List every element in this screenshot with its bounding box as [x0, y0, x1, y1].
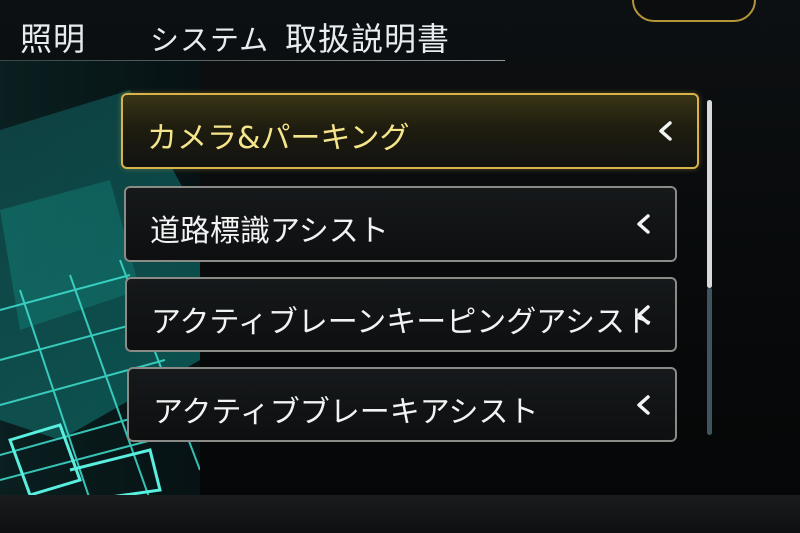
menu-item-label: アクティブレーンキーピングアシスト	[151, 305, 655, 340]
infotainment-screen: 照明 システム 取扱説明書 カメラ&パーキング 道路標識アシスト アクティブレー…	[0, 0, 800, 533]
menu-item-active-brake-assist[interactable]: アクティブブレーキアシスト	[127, 367, 677, 442]
chevron-left-icon	[659, 121, 672, 141]
tab-system[interactable]: システム	[150, 17, 269, 59]
chevron-left-icon	[637, 395, 650, 415]
scrollbar[interactable]	[707, 100, 712, 435]
menu-item-traffic-sign-assist[interactable]: 道路標識アシスト	[124, 186, 677, 262]
menu-item-camera-parking[interactable]: カメラ&パーキング	[121, 93, 699, 169]
menu-item-label: カメラ&パーキング	[147, 121, 410, 156]
tab-divider	[0, 60, 505, 61]
top-control-pill[interactable]	[632, 0, 756, 22]
chevron-left-icon	[637, 305, 650, 325]
scrollbar-track-remaining	[707, 288, 712, 435]
scrollbar-thumb[interactable]	[707, 100, 712, 288]
menu-item-label: アクティブブレーキアシスト	[153, 395, 539, 430]
chevron-left-icon	[637, 214, 650, 234]
tab-lighting[interactable]: 照明	[20, 14, 86, 60]
menu-item-label: 道路標識アシスト	[150, 214, 389, 249]
tab-owners-manual[interactable]: 取扱説明書	[285, 14, 450, 60]
screen-bezel	[0, 495, 800, 533]
menu-item-active-lane-keeping-assist[interactable]: アクティブレーンキーピングアシスト	[125, 277, 677, 352]
